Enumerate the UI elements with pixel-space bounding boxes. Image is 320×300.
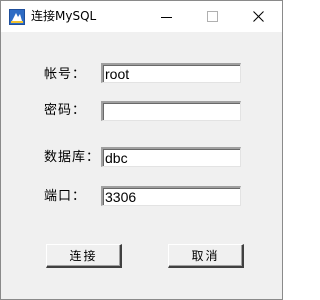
minimize-icon xyxy=(161,17,172,18)
connect-mysql-dialog: 连接MySQL 帐号： 密码： 数据库： 端口： 连接 取消 xyxy=(0,0,283,300)
minimize-button[interactable] xyxy=(144,1,190,32)
close-icon xyxy=(253,11,264,22)
cancel-button[interactable]: 取消 xyxy=(168,244,244,268)
port-label: 端口： xyxy=(44,189,87,204)
account-field[interactable] xyxy=(101,63,241,83)
password-field[interactable] xyxy=(101,101,241,121)
maximize-icon xyxy=(207,11,218,22)
database-field[interactable] xyxy=(101,147,241,167)
maximize-button[interactable] xyxy=(190,1,236,32)
close-button[interactable] xyxy=(236,1,282,32)
port-field[interactable] xyxy=(101,186,241,206)
mysql-app-icon xyxy=(9,9,25,25)
connect-button[interactable]: 连接 xyxy=(46,244,122,268)
account-label: 帐号： xyxy=(44,67,87,82)
database-label: 数据库： xyxy=(44,150,101,165)
title-bar[interactable]: 连接MySQL xyxy=(1,1,282,32)
window-title: 连接MySQL xyxy=(31,9,97,23)
password-label: 密码： xyxy=(44,103,87,118)
